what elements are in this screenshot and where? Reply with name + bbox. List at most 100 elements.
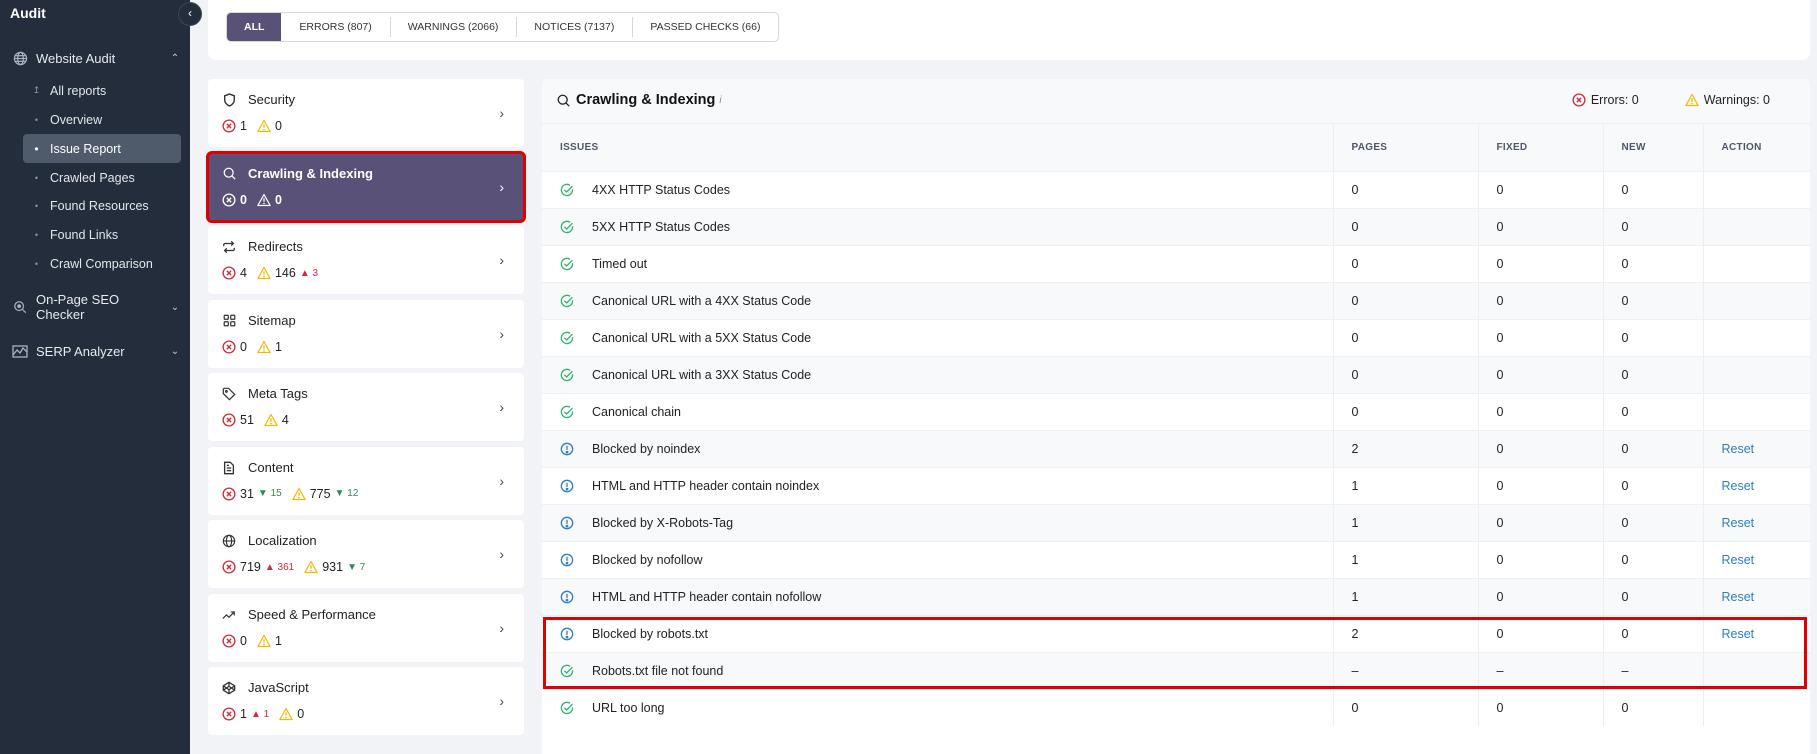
category-card-meta-tags[interactable]: Meta Tags 51 4 › [208,373,524,441]
info-circle-icon [560,627,574,641]
category-title: Sitemap [248,312,296,328]
reset-button[interactable]: Reset [1722,442,1755,456]
table-row[interactable]: Blocked by X-Robots-Tag 1 0 0 Reset [542,503,1810,541]
codepen-icon [222,681,236,695]
error-icon [222,707,236,721]
reset-button[interactable]: Reset [1722,553,1755,567]
table-row[interactable]: Robots.txt file not found – – – [542,651,1810,689]
category-card-javascript[interactable]: JavaScript 1 ▲ 1 0 › [208,667,524,735]
issue-cell[interactable]: 5XX HTTP Status Codes [542,207,1333,245]
sidebar-item-label: Crawl Comparison [50,256,153,271]
sidebar-item-label: All reports [50,83,107,98]
column-header-pages[interactable]: PAGES [1332,124,1478,171]
table-row[interactable]: HTML and HTTP header contain noindex 1 0… [542,466,1810,504]
warning-icon [264,413,278,427]
pages-cell: 1 [1332,466,1478,504]
sidebar-item-found-resources[interactable]: • Found Resources [23,191,181,220]
chevron-right-icon: › [499,399,504,415]
category-card-security[interactable]: Security 1 0 › [208,79,524,147]
info-icon[interactable]: i [719,95,721,106]
bullet-icon: • [34,114,39,125]
nav-group-on-page-seo-checker[interactable]: On-Page SEO Checker ⌄ [12,292,182,322]
sidebar-item-issue-report[interactable]: • Issue Report [23,134,181,163]
issue-cell[interactable]: 4XX HTTP Status Codes [542,170,1333,208]
check-circle-icon [560,405,574,419]
issue-cell[interactable]: URL too long [542,688,1333,726]
errors-summary-text: Errors: 0 [1590,93,1639,107]
tab-errors[interactable]: ERRORS (807) [281,13,389,41]
issue-cell[interactable]: Blocked by robots.txt [542,614,1333,652]
tab-all[interactable]: ALL [227,13,282,41]
category-card-speed-performance[interactable]: Speed & Performance 0 1 › [208,593,524,662]
table-row[interactable]: HTML and HTTP header contain nofollow 1 … [542,577,1810,615]
issue-cell[interactable]: Blocked by noindex [542,429,1333,467]
issue-cell[interactable]: HTML and HTTP header contain nofollow [542,577,1333,615]
nav-group-label: Website Audit [36,50,116,66]
bullet-icon: • [34,141,39,156]
table-row[interactable]: Blocked by robots.txt 2 0 0 Reset [542,614,1810,652]
new-cell: 0 [1602,540,1703,578]
issue-cell[interactable]: Canonical URL with a 3XX Status Code [542,355,1333,393]
table-row[interactable]: Timed out 0 0 0 [542,244,1810,282]
table-row[interactable]: Blocked by noindex 2 0 0 Reset [542,429,1810,467]
pages-cell: 0 [1332,207,1478,245]
warnings-count: 775 ▼ 12 [291,487,358,501]
table-row[interactable]: 5XX HTTP Status Codes 0 0 0 [542,207,1810,245]
new-cell: 0 [1602,207,1703,245]
column-header-fixed[interactable]: FIXED [1477,124,1603,171]
category-card-redirects[interactable]: Redirects 4 146 ▲ 3 › [208,226,524,294]
column-header-issues[interactable]: ISSUES [542,124,1333,171]
issue-cell[interactable]: Canonical chain [542,392,1333,430]
issue-cell[interactable]: Blocked by nofollow [542,540,1333,578]
sidebar-item-crawl-comparison[interactable]: • Crawl Comparison [23,249,181,278]
sidebar-item-all-reports[interactable]: ↥ All reports [23,76,181,105]
table-row[interactable]: URL too long 0 0 0 [542,688,1810,726]
table-row[interactable]: 4XX HTTP Status Codes 0 0 0 [542,170,1810,208]
reset-button[interactable]: Reset [1722,590,1755,604]
table-row[interactable]: Canonical URL with a 4XX Status Code 0 0… [542,281,1810,319]
table-row[interactable]: Canonical URL with a 3XX Status Code 0 0… [542,355,1810,393]
chevron-right-icon: › [499,105,504,121]
tab-notices[interactable]: NOTICES (7137) [516,13,632,41]
reset-button[interactable]: Reset [1722,516,1755,530]
category-card-content[interactable]: Content 31 ▼ 15 775 ▼ 12 › [208,446,524,515]
tab-passed-checks[interactable]: PASSED CHECKS (66) [632,13,778,41]
error-icon [1572,93,1586,107]
reset-button[interactable]: Reset [1722,479,1755,493]
check-circle-icon [560,664,574,678]
table-row[interactable]: Canonical chain 0 0 0 [542,392,1810,430]
column-header-new[interactable]: NEW [1602,124,1703,171]
table-row[interactable]: Canonical URL with a 5XX Status Code 0 0… [542,318,1810,356]
sidebar-item-overview[interactable]: • Overview [23,105,181,134]
issue-name: 5XX HTTP Status Codes [592,219,731,234]
warnings-delta: ▼ 7 [347,561,366,573]
sidebar: Audit Website Audit ⌃ ↥ All reports • Over… [0,0,190,754]
issue-cell[interactable]: Timed out [542,244,1333,282]
errors-summary: Errors: 0 [1572,93,1639,107]
issue-cell[interactable]: Canonical URL with a 5XX Status Code [542,318,1333,356]
collapse-sidebar-button[interactable]: ‹ [178,2,202,26]
pages-cell: – [1332,651,1478,689]
reset-button[interactable]: Reset [1722,627,1755,641]
action-cell [1702,170,1810,208]
issue-cell[interactable]: HTML and HTTP header contain noindex [542,466,1333,504]
issue-name: 4XX HTTP Status Codes [592,182,731,197]
new-cell: 0 [1602,244,1703,282]
issue-cell[interactable]: Blocked by X-Robots-Tag [542,503,1333,541]
chevron-down-icon: ⌄ [170,301,180,313]
tab-warnings[interactable]: WARNINGS (2066) [389,13,517,41]
fixed-cell: – [1477,651,1603,689]
category-card-localization[interactable]: Localization 719 ▲ 361 931 ▼ 7 › [208,520,524,588]
table-row[interactable]: Blocked by nofollow 1 0 0 Reset [542,540,1810,578]
nav-group-website-audit[interactable]: Website Audit ⌃ [12,50,182,66]
action-cell: Reset [1702,540,1810,578]
sidebar-item-found-links[interactable]: • Found Links [23,220,181,249]
sidebar-item-crawled-pages[interactable]: • Crawled Pages [23,163,181,192]
issue-cell[interactable]: Canonical URL with a 4XX Status Code [542,281,1333,319]
issue-cell[interactable]: Robots.txt file not found [542,651,1333,689]
category-card-crawling-indexing[interactable]: Crawling & Indexing 0 0 › [206,150,526,223]
category-card-sitemap[interactable]: Sitemap 0 1 › [208,299,524,368]
new-cell: 0 [1602,170,1703,208]
nav-group-serp-analyzer[interactable]: SERP Analyzer ⌄ [12,343,182,359]
errors-count: 0 [222,634,247,648]
